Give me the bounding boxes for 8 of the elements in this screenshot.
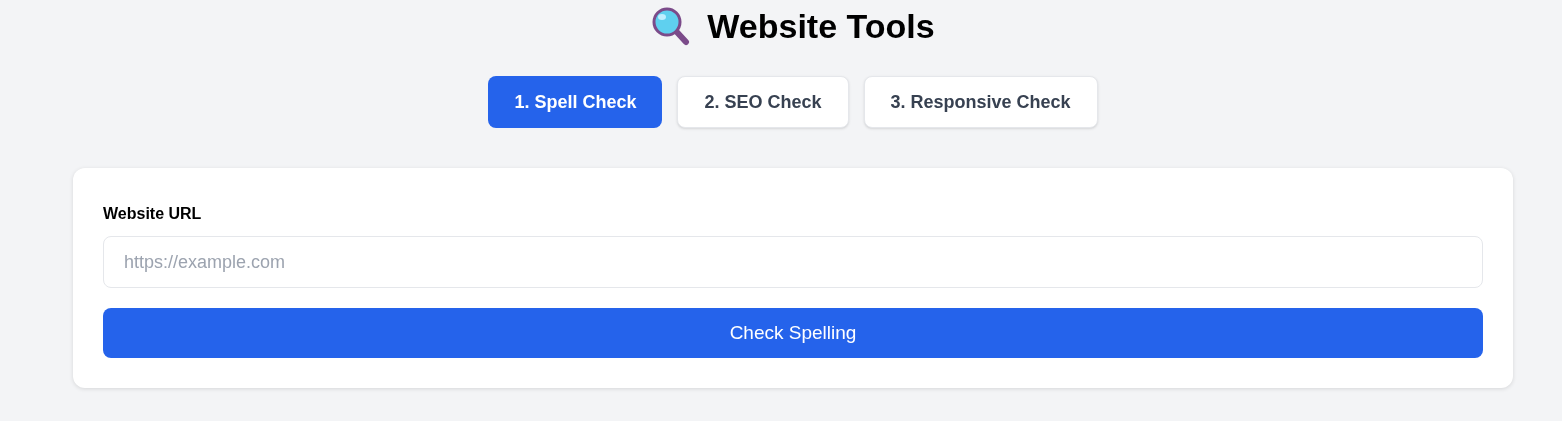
tab[interactable]: 3. Responsive Check [863, 76, 1098, 128]
field-label: Website URL [103, 204, 203, 224]
check-spelling-button[interactable]: Check Spelling [103, 308, 1483, 358]
magnifier-icon [651, 6, 692, 46]
tab[interactable]: 2. SEO Check [677, 76, 849, 128]
tab[interactable]: 1. Spell Check [488, 76, 663, 128]
page-title: Website Tools [707, 9, 935, 43]
url-input-field[interactable]: https://example.com [103, 236, 1483, 288]
